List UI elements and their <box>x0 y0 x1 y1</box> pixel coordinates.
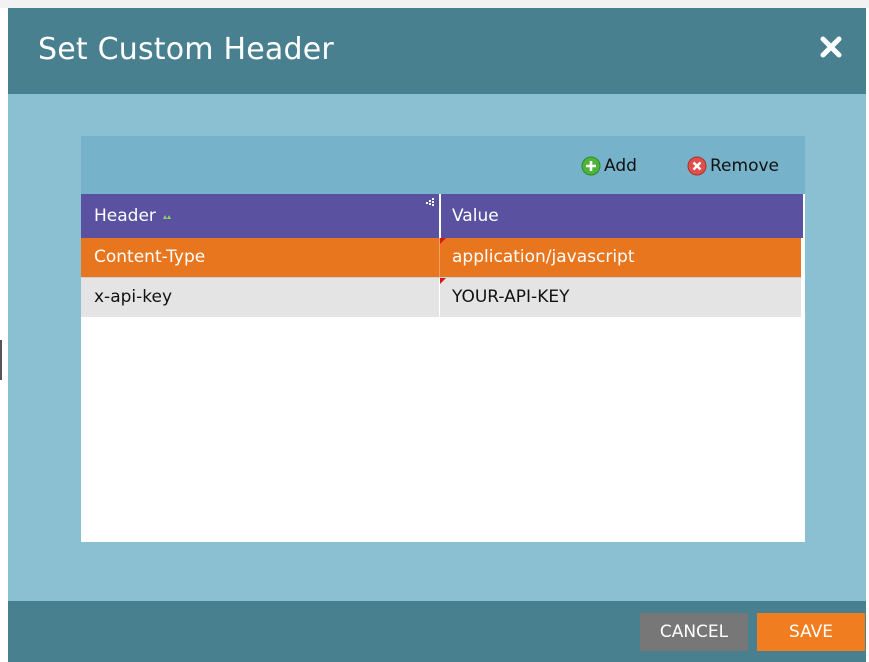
dialog-footer: CANCEL SAVE <box>8 601 866 662</box>
x-circle-icon <box>687 156 707 176</box>
cell-value[interactable]: application/javascript <box>452 238 635 277</box>
cell-header[interactable]: x-api-key <box>94 278 172 317</box>
header-right-edge <box>803 194 805 238</box>
save-button[interactable]: SAVE <box>757 613 865 651</box>
column-header-label: Header <box>94 206 156 226</box>
column-menu-grip-icon[interactable] <box>425 198 435 208</box>
remove-button[interactable]: Remove <box>687 156 779 176</box>
cell-value[interactable]: YOUR-API-KEY <box>452 278 569 317</box>
header-grid-panel: Add Remove Header Value Content-Type app… <box>81 136 805 542</box>
column-separator[interactable] <box>439 194 441 238</box>
remove-button-label: Remove <box>710 156 779 176</box>
background-page-edge <box>0 340 2 380</box>
table-row[interactable]: Content-Type application/javascript <box>81 238 801 277</box>
grid-toolbar: Add Remove <box>81 136 805 194</box>
modified-marker <box>440 278 446 284</box>
cell-header[interactable]: Content-Type <box>94 238 205 277</box>
grid-header-row: Header Value <box>81 194 805 238</box>
close-button[interactable] <box>818 34 844 60</box>
cancel-button[interactable]: CANCEL <box>640 613 748 651</box>
modified-marker <box>440 238 446 244</box>
background-page-strip <box>0 0 869 8</box>
plus-circle-icon <box>581 156 601 176</box>
add-button-label: Add <box>604 156 637 176</box>
close-icon <box>820 36 842 58</box>
dialog-title: Set Custom Header <box>38 32 334 67</box>
table-row[interactable]: x-api-key YOUR-API-KEY <box>81 277 801 317</box>
add-button[interactable]: Add <box>581 156 637 176</box>
column-header-value[interactable]: Value <box>452 194 499 238</box>
dialog-titlebar: Set Custom Header <box>8 8 866 94</box>
column-header-header[interactable]: Header <box>94 194 172 238</box>
sort-arrows-icon <box>162 215 171 219</box>
custom-header-dialog: Set Custom Header Add Remove Header Valu… <box>8 8 866 662</box>
